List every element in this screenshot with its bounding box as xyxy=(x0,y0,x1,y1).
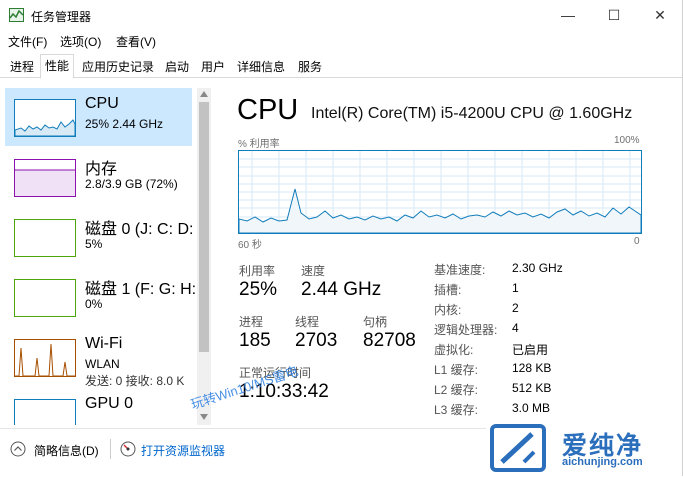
utilization-label: 利用率 xyxy=(239,264,276,278)
l2-cache-label: L2 缓存: xyxy=(434,383,479,397)
minimize-button[interactable]: — xyxy=(545,0,591,30)
memory-thumbnail xyxy=(14,159,76,197)
threads-value: 2703 xyxy=(295,330,338,351)
threads-label: 线程 xyxy=(295,315,320,329)
tab-services[interactable]: 服务 xyxy=(293,56,327,78)
virtualization-value: 已启用 xyxy=(512,343,549,357)
scroll-up-icon[interactable] xyxy=(200,91,208,97)
task-manager-app-icon xyxy=(9,8,24,22)
sidebar-label-disk1: 磁盘 1 (F: G: H: xyxy=(85,281,197,298)
sidebar-traffic-wifi: 发送: 0 接收: 8.0 K xyxy=(85,374,185,388)
speed-value: 2.44 GHz xyxy=(301,279,382,300)
sidebar-label-memory: 内存 xyxy=(85,161,118,178)
l3-cache-value: 3.0 MB xyxy=(512,401,551,415)
sidebar-item-wifi[interactable]: Wi-Fi WLAN 发送: 0 接收: 8.0 K xyxy=(5,328,192,388)
maximize-icon: ☐ xyxy=(607,6,621,23)
sidebar-scrollbar[interactable] xyxy=(197,88,211,425)
sidebar-scrollbar-thumb[interactable] xyxy=(199,102,209,352)
sidebar-value-wifi: WLAN xyxy=(85,357,120,371)
graph-max-label: 100% xyxy=(614,135,640,146)
chevron-up-icon[interactable] xyxy=(10,441,26,457)
bottom-divider xyxy=(110,439,111,459)
l1-cache-value: 128 KB xyxy=(512,361,552,375)
virtualization-label: 虚拟化: xyxy=(434,343,474,357)
logical-processors-value: 4 xyxy=(512,321,519,335)
cores-value: 2 xyxy=(512,301,519,315)
page-title: CPU xyxy=(237,94,299,126)
window-title: 任务管理器 xyxy=(31,10,92,24)
sidebar-label-wifi: Wi-Fi xyxy=(85,335,123,352)
processes-label: 进程 xyxy=(239,315,264,329)
menu-file[interactable]: 文件(F) xyxy=(8,33,47,50)
tab-app-history[interactable]: 应用历史记录 xyxy=(77,56,159,78)
maximize-button[interactable]: ☐ xyxy=(591,0,637,30)
sidebar-label-cpu: CPU xyxy=(85,95,119,112)
open-resource-monitor-link[interactable]: 打开资源监视器 xyxy=(141,442,225,459)
scroll-down-icon[interactable] xyxy=(200,414,208,420)
sidebar-value-disk1: 0% xyxy=(85,297,103,311)
l2-cache-value: 512 KB xyxy=(512,381,552,395)
tab-performance[interactable]: 性能 xyxy=(40,54,75,79)
brand-logo-icon xyxy=(490,424,546,472)
speed-label: 速度 xyxy=(301,264,326,278)
disk1-thumbnail xyxy=(14,279,76,317)
l1-cache-label: L1 缓存: xyxy=(434,363,479,377)
tab-users[interactable]: 用户 xyxy=(196,56,230,78)
sidebar-value-disk0: 5% xyxy=(85,237,103,251)
cpu-thumbnail xyxy=(14,99,76,137)
cpu-model-name: Intel(R) Core(TM) i5-4200U CPU @ 1.60GHz xyxy=(311,105,633,122)
base-speed-label: 基准速度: xyxy=(434,263,486,277)
brand-url: aichunjing.com xyxy=(562,456,643,468)
less-details-link[interactable]: 简略信息(D) xyxy=(34,442,99,459)
sidebar-label-gpu0: GPU 0 xyxy=(85,395,134,412)
graph-min-label: 0 xyxy=(634,236,640,247)
processes-value: 185 xyxy=(239,330,271,351)
cores-label: 内核: xyxy=(434,303,462,317)
cpu-utilization-series xyxy=(238,188,642,234)
sidebar-item-gpu0[interactable]: GPU 0 xyxy=(5,388,192,425)
sidebar-label-disk0: 磁盘 0 (J: C: D: xyxy=(85,221,194,238)
l3-cache-label: L3 缓存: xyxy=(434,403,479,417)
tab-bar: 进程 性能 应用历史记录 启动 用户 详细信息 服务 xyxy=(0,54,683,79)
sidebar-item-disk0[interactable]: 磁盘 0 (J: C: D: 5% xyxy=(5,208,194,266)
sidebar-item-disk1[interactable]: 磁盘 1 (F: G: H: 0% xyxy=(5,268,196,326)
handles-label: 句柄 xyxy=(363,315,388,329)
disk0-thumbnail xyxy=(14,219,76,257)
close-icon: ✕ xyxy=(654,6,666,23)
sidebar-item-memory[interactable]: 内存 2.8/3.9 GB (72%) xyxy=(5,148,192,206)
minimize-icon: — xyxy=(561,7,575,23)
graph-time-label: 60 秒 xyxy=(238,240,262,251)
base-speed-value: 2.30 GHz xyxy=(512,261,563,275)
menu-view[interactable]: 查看(V) xyxy=(116,33,156,50)
graph-axis-label: % 利用率 xyxy=(238,139,280,150)
sidebar-value-cpu: 25% 2.44 GHz xyxy=(85,117,164,131)
tab-startup[interactable]: 启动 xyxy=(160,56,194,78)
sockets-value: 1 xyxy=(512,281,519,295)
resource-monitor-icon xyxy=(120,441,136,457)
cpu-utilization-graph xyxy=(238,150,642,234)
utilization-value: 25% xyxy=(239,279,278,300)
sidebar-item-cpu[interactable]: CPU 25% 2.44 GHz xyxy=(5,88,192,146)
gpu0-thumbnail xyxy=(14,399,76,425)
sidebar-value-memory: 2.8/3.9 GB (72%) xyxy=(85,177,178,191)
handles-value: 82708 xyxy=(363,330,416,351)
resource-sidebar: CPU 25% 2.44 GHz 内存 2.8/3.9 GB (72%) 磁盘 … xyxy=(0,80,213,425)
logical-processors-label: 逻辑处理器: xyxy=(434,323,498,337)
menu-options[interactable]: 选项(O) xyxy=(60,33,101,50)
wifi-thumbnail xyxy=(14,339,76,377)
sockets-label: 插槽: xyxy=(434,283,462,297)
tab-processes[interactable]: 进程 xyxy=(5,56,39,78)
close-button[interactable]: ✕ xyxy=(637,0,683,30)
tab-details[interactable]: 详细信息 xyxy=(232,56,290,78)
title-bar: 任务管理器 — ☐ ✕ xyxy=(0,0,683,30)
